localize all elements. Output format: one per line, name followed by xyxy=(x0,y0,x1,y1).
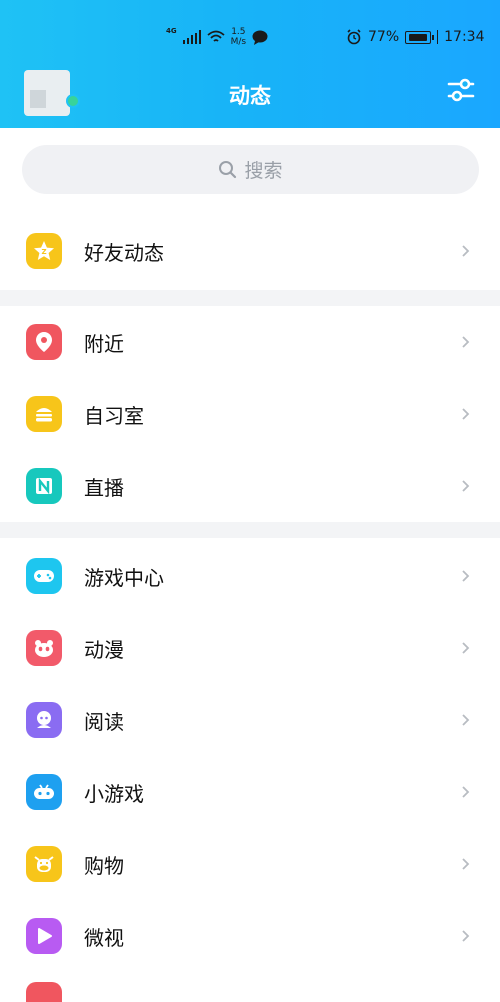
list-item-study-room[interactable]: 自习室 xyxy=(0,378,500,450)
list-item-label: 自习室 xyxy=(84,403,144,428)
chevron-right-icon xyxy=(462,408,470,420)
svg-text:Z: Z xyxy=(41,248,46,256)
menu-group-local: 附近 自习室 直播 xyxy=(0,306,500,522)
network-type: 4G xyxy=(166,27,177,35)
signal-icon xyxy=(182,30,201,44)
list-item-anime[interactable]: 动漫 xyxy=(0,612,500,684)
alarm-icon xyxy=(347,29,361,45)
speed-value: 1.5 xyxy=(231,27,246,37)
chevron-right-icon xyxy=(462,858,470,870)
chevron-right-icon xyxy=(462,480,470,492)
live-n-icon xyxy=(26,468,62,504)
chevron-right-icon xyxy=(462,245,470,257)
menu-group-friends: Z 好友动态 xyxy=(0,215,500,287)
chevron-right-icon xyxy=(462,930,470,942)
chevron-right-icon xyxy=(462,786,470,798)
list-item-partial[interactable] xyxy=(0,972,500,1002)
section-divider xyxy=(0,290,500,306)
chevron-right-icon xyxy=(462,642,470,654)
wifi-icon xyxy=(207,30,225,42)
list-item-friend-feed[interactable]: Z 好友动态 xyxy=(0,215,500,287)
page-title: 动态 xyxy=(229,84,271,108)
list-item-label: 直播 xyxy=(84,475,124,500)
search-placeholder: 搜索 xyxy=(244,160,283,182)
list-item-game-center[interactable]: 游戏中心 xyxy=(0,540,500,612)
list-item-reading[interactable]: 阅读 xyxy=(0,684,500,756)
search-bar[interactable]: 搜索 xyxy=(22,145,479,194)
list-item-mini-games[interactable]: 小游戏 xyxy=(0,756,500,828)
list-item-label: 购物 xyxy=(84,853,124,878)
speed-unit: M/s xyxy=(230,37,247,47)
status-right: 77% 17:34 xyxy=(346,24,484,50)
list-item-nearby[interactable]: 附近 xyxy=(0,306,500,378)
list-item-label: 游戏中心 xyxy=(84,565,164,590)
app-header: 4G 1.5 M/s 77% 17:34 动态 xyxy=(0,0,500,128)
list-item-label: 阅读 xyxy=(84,709,124,734)
menu-group-entertainment: 游戏中心 动漫 阅读 小游戏 购物 微视 xyxy=(0,540,500,1002)
section-divider xyxy=(0,522,500,538)
sliders-icon[interactable] xyxy=(445,74,477,106)
burger-icon xyxy=(26,396,62,432)
list-item-label: 附近 xyxy=(84,331,124,356)
character-icon xyxy=(26,702,62,738)
list-item-shopping[interactable]: 购物 xyxy=(0,828,500,900)
gamepad-icon xyxy=(26,558,62,594)
list-item-label: 微视 xyxy=(84,925,124,950)
list-item-label: 好友动态 xyxy=(84,240,164,265)
clock: 17:34 xyxy=(444,29,485,45)
chevron-right-icon xyxy=(462,570,470,582)
battery-icon xyxy=(405,30,435,44)
app-icon xyxy=(26,982,62,1002)
chat-bubble-icon xyxy=(252,30,268,45)
list-item-live[interactable]: 直播 xyxy=(0,450,500,522)
battery-percent: 77% xyxy=(368,29,400,45)
panda-icon xyxy=(26,630,62,666)
star-icon: Z xyxy=(26,233,62,269)
search-icon xyxy=(219,160,237,178)
play-icon xyxy=(26,918,62,954)
cow-icon xyxy=(26,846,62,882)
status-bar: 4G 1.5 M/s 77% 17:34 xyxy=(0,24,500,50)
status-left: 4G 1.5 M/s xyxy=(166,24,268,50)
list-item-label: 小游戏 xyxy=(84,781,144,806)
location-pin-icon xyxy=(26,324,62,360)
controller-icon xyxy=(26,774,62,810)
list-item-label: 动漫 xyxy=(84,637,124,662)
network-speed: 1.5 M/s xyxy=(231,27,247,47)
chevron-right-icon xyxy=(462,336,470,348)
status-divider xyxy=(437,30,439,44)
chevron-right-icon xyxy=(462,714,470,726)
list-item-weishi[interactable]: 微视 xyxy=(0,900,500,972)
